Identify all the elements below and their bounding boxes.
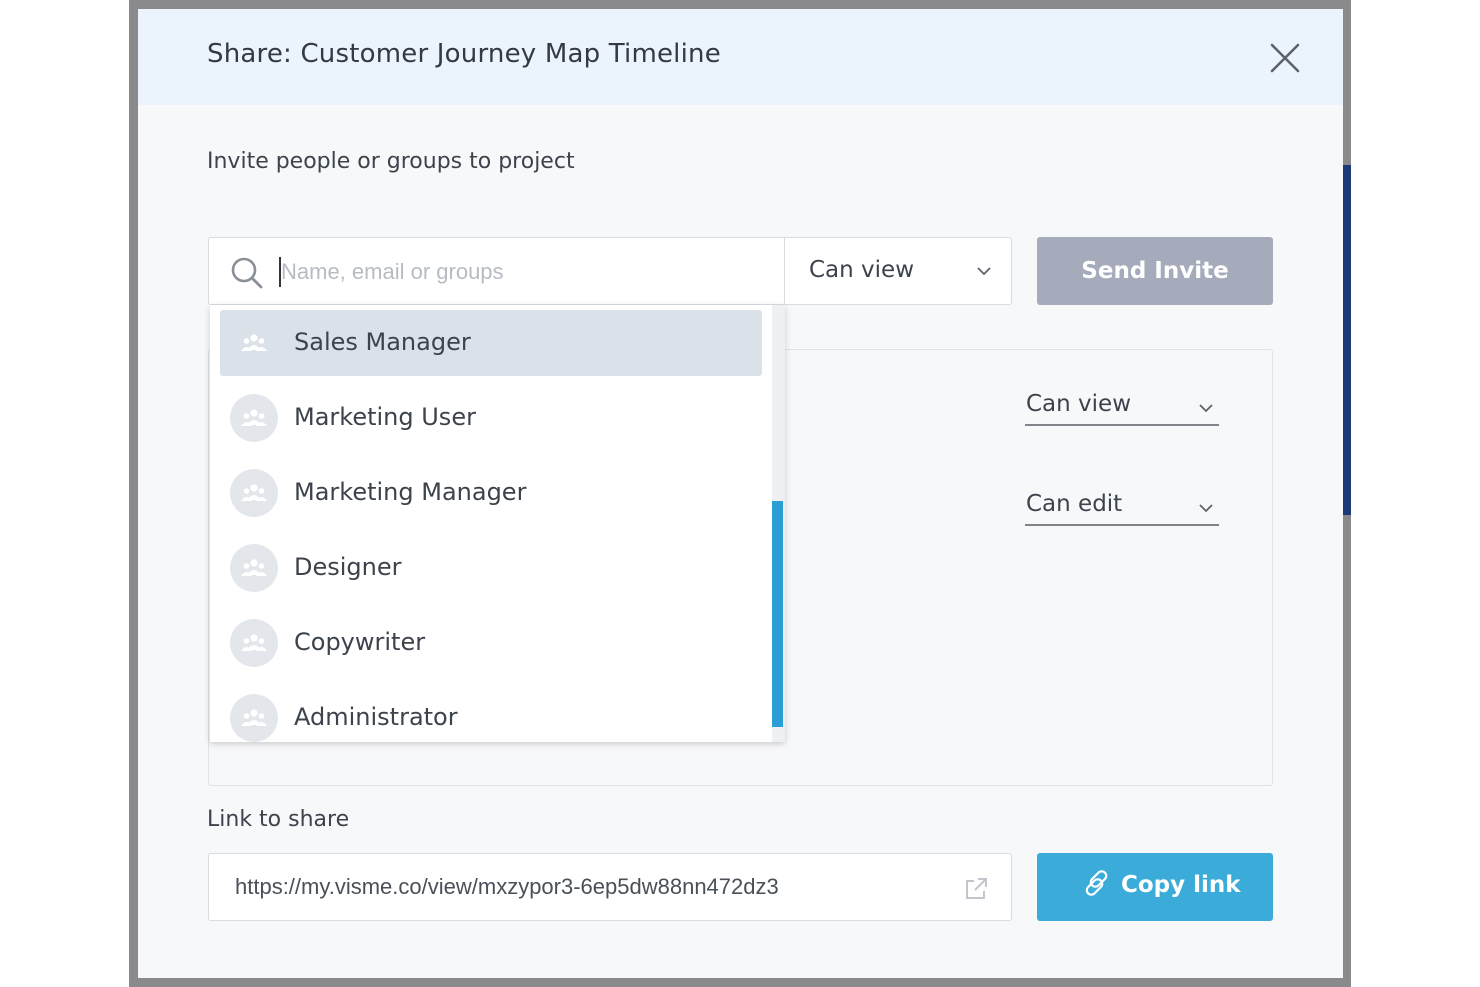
group-avatar	[230, 619, 278, 667]
group-avatar	[230, 319, 278, 367]
dropdown-item[interactable]: Copywriter	[220, 610, 762, 676]
invite-box: Can view	[208, 237, 1012, 305]
close-icon	[1270, 43, 1300, 73]
group-icon	[241, 409, 267, 426]
dropdown-item-label: Designer	[294, 553, 402, 581]
dropdown-item[interactable]: Administrator	[220, 685, 762, 742]
dropdown-item[interactable]: Designer	[220, 535, 762, 601]
dropdown-item[interactable]: Marketing User	[220, 385, 762, 451]
member-permission-select[interactable]: Can edit	[1025, 488, 1219, 526]
share-link-url: https://my.visme.co/view/mxzypor3-6ep5dw…	[235, 874, 779, 899]
copy-link-button[interactable]: Copy link	[1037, 853, 1273, 921]
dropdown-item-label: Administrator	[294, 703, 458, 731]
group-icon	[241, 334, 267, 351]
dropdown-item-label: Marketing Manager	[294, 478, 527, 506]
member-permission-label: Can view	[1026, 391, 1132, 417]
modal-header: Share: Customer Journey Map Timeline	[138, 9, 1343, 105]
chevron-down-icon	[977, 267, 991, 276]
dropdown-scrollbar[interactable]	[772, 501, 783, 727]
group-avatar	[230, 544, 278, 592]
external-link-icon[interactable]	[961, 874, 991, 904]
dropdown-item-label: Sales Manager	[294, 328, 471, 356]
invite-label: Invite people or groups to project	[207, 149, 575, 174]
group-icon	[241, 709, 267, 726]
suggestion-dropdown: Sales Manager Marketing User Marketing M…	[210, 305, 785, 742]
dropdown-item-label: Marketing User	[294, 403, 476, 431]
chevron-down-icon	[1199, 404, 1213, 413]
dropdown-item[interactable]: Marketing Manager	[220, 460, 762, 526]
member-permission-select[interactable]: Can view	[1025, 388, 1219, 426]
close-button[interactable]	[1268, 41, 1302, 75]
send-invite-button[interactable]: Send Invite	[1037, 237, 1273, 305]
dropdown-item-label: Copywriter	[294, 628, 426, 656]
copy-link-label: Copy link	[1121, 872, 1241, 898]
group-avatar	[230, 394, 278, 442]
modal-title: Share: Customer Journey Map Timeline	[207, 39, 721, 69]
link-icon	[1085, 870, 1108, 896]
chevron-down-icon	[1199, 504, 1213, 513]
invite-permission-select[interactable]: Can view	[785, 238, 1011, 304]
invite-permission-label: Can view	[809, 257, 915, 283]
link-label: Link to share	[207, 807, 350, 832]
search-input[interactable]	[277, 252, 767, 292]
group-avatar	[230, 694, 278, 742]
share-modal: Share: Customer Journey Map Timeline Inv…	[138, 9, 1343, 978]
group-icon	[241, 484, 267, 501]
group-avatar	[230, 469, 278, 517]
group-icon	[241, 634, 267, 651]
background-strip	[1343, 165, 1351, 515]
share-link-field[interactable]: https://my.visme.co/view/mxzypor3-6ep5dw…	[208, 853, 1012, 921]
dropdown-item[interactable]: Sales Manager	[220, 310, 762, 376]
search-icon	[231, 257, 263, 289]
group-icon	[241, 559, 267, 576]
member-permission-label: Can edit	[1026, 491, 1123, 517]
